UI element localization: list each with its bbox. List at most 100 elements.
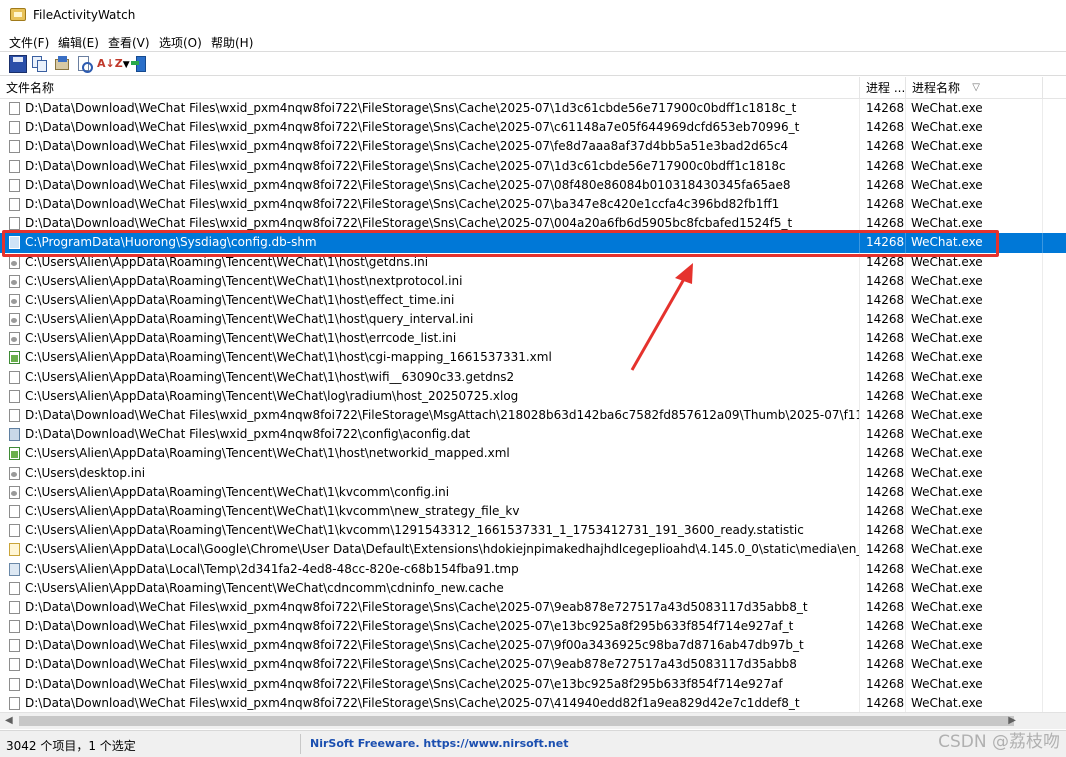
table-row[interactable]: C:\Users\Alien\AppData\Roaming\Tencent\W…: [0, 329, 1066, 349]
process-name-cell: WeChat.exe: [906, 463, 1043, 483]
file-name-cell: C:\Users\Alien\AppData\Roaming\Tencent\W…: [0, 348, 860, 368]
menu-view[interactable]: 查看(V): [108, 34, 150, 51]
process-name-cell: WeChat.exe: [906, 310, 1043, 330]
table-row[interactable]: C:\Users\Alien\AppData\Roaming\Tencent\W…: [0, 386, 1066, 406]
process-id-cell: 14268: [860, 329, 906, 349]
process-id-cell: 14268: [860, 99, 906, 119]
scrollbar-thumb[interactable]: [19, 716, 1014, 726]
copy-icon[interactable]: [31, 55, 49, 73]
menu-file[interactable]: 文件(F): [9, 34, 49, 51]
table-row[interactable]: C:\Users\Alien\AppData\Roaming\Tencent\W…: [0, 348, 1066, 368]
process-name-cell: WeChat.exe: [906, 444, 1043, 464]
process-id-cell: 14268: [860, 693, 906, 713]
table-row[interactable]: D:\Data\Download\WeChat Files\wxid_pxm4n…: [0, 175, 1066, 195]
table-row[interactable]: C:\Users\Alien\AppData\Roaming\Tencent\W…: [0, 444, 1066, 464]
table-row[interactable]: D:\Data\Download\WeChat Files\wxid_pxm4n…: [0, 137, 1066, 157]
sort-dropdown-icon[interactable]: A↓Z▼: [97, 55, 130, 73]
file-name-cell: C:\Users\Alien\AppData\Roaming\Tencent\W…: [0, 329, 860, 349]
table-row[interactable]: C:\Users\Alien\AppData\Roaming\Tencent\W…: [0, 290, 1066, 311]
process-name-cell: WeChat.exe: [906, 156, 1043, 176]
process-id-cell: 14268: [860, 348, 906, 368]
table-row[interactable]: D:\Data\Download\WeChat Files\wxid_pxm4n…: [0, 118, 1066, 138]
file-name-cell: C:\Users\Alien\AppData\Roaming\Tencent\W…: [0, 578, 860, 598]
process-id-cell: 14268: [860, 636, 906, 656]
process-id-cell: 14268: [860, 501, 906, 522]
column-header-process-name[interactable]: 进程名称 ▽: [906, 77, 1043, 99]
process-id-cell: 14268: [860, 194, 906, 215]
table-row[interactable]: D:\Data\Download\WeChat Files\wxid_pxm4n…: [0, 99, 1066, 119]
table-row[interactable]: C:\Users\Alien\AppData\Roaming\Tencent\W…: [0, 521, 1066, 541]
toolbar: A↓Z▼: [0, 51, 1066, 76]
process-name-cell: WeChat.exe: [906, 501, 1043, 522]
file-name-cell: D:\Data\Download\WeChat Files\wxid_pxm4n…: [0, 406, 860, 426]
process-name-cell: WeChat.exe: [906, 655, 1043, 675]
table-row[interactable]: C:\Users\Alien\AppData\Roaming\Tencent\W…: [0, 482, 1066, 502]
file-name-cell: C:\Users\Alien\AppData\Roaming\Tencent\W…: [0, 501, 860, 522]
properties-icon[interactable]: [53, 55, 71, 73]
table-row[interactable]: C:\Users\desktop.ini 14268 WeChat.exe: [0, 463, 1066, 483]
process-name-cell: WeChat.exe: [906, 540, 1043, 560]
save-icon[interactable]: [9, 55, 27, 73]
table-row[interactable]: C:\Users\Alien\AppData\Local\Temp\2d341f…: [0, 559, 1066, 579]
table-row[interactable]: C:\Users\Alien\AppData\Roaming\Tencent\W…: [0, 367, 1066, 387]
horizontal-scrollbar[interactable]: ◀ ▶: [0, 712, 1066, 729]
column-header-filename[interactable]: 文件名称: [0, 77, 860, 99]
scroll-right-icon[interactable]: ▶: [1008, 715, 1016, 726]
process-id-cell: 14268: [860, 559, 906, 579]
table-row[interactable]: C:\Users\Alien\AppData\Roaming\Tencent\W…: [0, 271, 1066, 291]
menu-bar: 文件(F) 编辑(E) 查看(V) 选项(O) 帮助(H): [0, 31, 1066, 51]
file-name-cell: C:\Users\Alien\AppData\Local\Temp\2d341f…: [0, 559, 860, 579]
process-id-cell: 14268: [860, 578, 906, 598]
title-bar: FileActivityWatch: [0, 0, 1066, 31]
column-header-pid[interactable]: 进程 ...: [860, 77, 906, 99]
table-row[interactable]: D:\Data\Download\WeChat Files\wxid_pxm4n…: [0, 425, 1066, 445]
app-icon: [10, 8, 26, 21]
table-row[interactable]: D:\Data\Download\WeChat Files\wxid_pxm4n…: [0, 617, 1066, 637]
exit-icon[interactable]: [131, 55, 149, 73]
table-row[interactable]: C:\Users\Alien\AppData\Roaming\Tencent\W…: [0, 310, 1066, 330]
annotation-highlight-box: [2, 230, 999, 257]
process-id-cell: 14268: [860, 386, 906, 406]
file-name-cell: C:\Users\Alien\AppData\Roaming\Tencent\W…: [0, 367, 860, 387]
file-name-cell: C:\Users\Alien\AppData\Roaming\Tencent\W…: [0, 444, 860, 464]
table-row[interactable]: D:\Data\Download\WeChat Files\wxid_pxm4n…: [0, 156, 1066, 176]
scroll-left-icon[interactable]: ◀: [5, 715, 13, 726]
table-row[interactable]: D:\Data\Download\WeChat Files\wxid_pxm4n…: [0, 693, 1066, 713]
process-id-cell: 14268: [860, 540, 906, 560]
file-name-cell: C:\Users\Alien\AppData\Roaming\Tencent\W…: [0, 386, 860, 406]
table-row[interactable]: C:\Users\Alien\AppData\Roaming\Tencent\W…: [0, 501, 1066, 522]
window-title: FileActivityWatch: [33, 8, 136, 22]
table-row[interactable]: D:\Data\Download\WeChat Files\wxid_pxm4n…: [0, 674, 1066, 694]
sort-indicator-icon: ▽: [972, 82, 980, 93]
nirsoft-link[interactable]: NirSoft Freeware. https://www.nirsoft.ne…: [310, 737, 568, 750]
table-row[interactable]: D:\Data\Download\WeChat Files\wxid_pxm4n…: [0, 636, 1066, 656]
process-name-cell: WeChat.exe: [906, 597, 1043, 618]
table-row[interactable]: D:\Data\Download\WeChat Files\wxid_pxm4n…: [0, 597, 1066, 618]
table-row[interactable]: C:\Users\Alien\AppData\Roaming\Tencent\W…: [0, 578, 1066, 598]
process-name-label: 进程名称: [912, 81, 961, 95]
process-id-cell: 14268: [860, 175, 906, 195]
file-name-cell: D:\Data\Download\WeChat Files\wxid_pxm4n…: [0, 674, 860, 694]
process-name-cell: WeChat.exe: [906, 367, 1043, 387]
file-name-cell: D:\Data\Download\WeChat Files\wxid_pxm4n…: [0, 693, 860, 713]
process-id-cell: 14268: [860, 118, 906, 138]
process-id-cell: 14268: [860, 156, 906, 176]
file-activity-list[interactable]: 文件名称 进程 ... 进程名称 ▽ D:\Data\Download\WeCha…: [0, 77, 1066, 713]
menu-options[interactable]: 选项(O): [159, 34, 202, 51]
process-id-cell: 14268: [860, 425, 906, 445]
table-row[interactable]: D:\Data\Download\WeChat Files\wxid_pxm4n…: [0, 406, 1066, 426]
table-row[interactable]: D:\Data\Download\WeChat Files\wxid_pxm4n…: [0, 194, 1066, 215]
menu-help[interactable]: 帮助(H): [211, 34, 253, 51]
menu-edit[interactable]: 编辑(E): [58, 34, 99, 51]
process-name-cell: WeChat.exe: [906, 290, 1043, 311]
file-name-cell: C:\Users\Alien\AppData\Roaming\Tencent\W…: [0, 482, 860, 502]
file-name-cell: C:\Users\Alien\AppData\Roaming\Tencent\W…: [0, 271, 860, 291]
file-name-cell: D:\Data\Download\WeChat Files\wxid_pxm4n…: [0, 175, 860, 195]
status-separator: [300, 734, 301, 754]
table-row[interactable]: D:\Data\Download\WeChat Files\wxid_pxm4n…: [0, 655, 1066, 675]
process-id-cell: 14268: [860, 406, 906, 426]
find-icon[interactable]: [75, 55, 93, 73]
file-name-cell: C:\Users\Alien\AppData\Roaming\Tencent\W…: [0, 310, 860, 330]
table-row[interactable]: C:\Users\Alien\AppData\Local\Google\Chro…: [0, 540, 1066, 560]
process-id-cell: 14268: [860, 597, 906, 618]
